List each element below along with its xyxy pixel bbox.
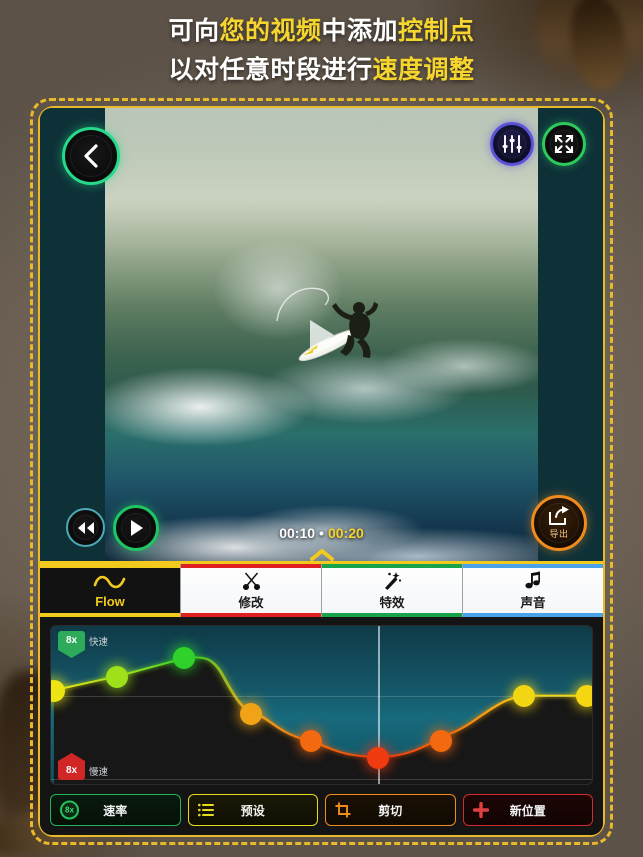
export-button[interactable]: 导出 [531,495,587,551]
slow-speed-badge: 8x 慢速 [58,761,108,780]
editor-tab-bar[interactable]: Flow 修改 特效 声音 [40,561,603,617]
back-button[interactable] [62,127,120,185]
action-button-cut[interactable]: 剪切 [325,794,456,826]
curve-control-point[interactable] [240,702,263,725]
plus-icon [472,802,489,818]
curve-control-point[interactable] [513,685,536,708]
sliders-icon [502,135,522,153]
video-letterbox-right [538,108,603,561]
fast-badge-pin: 8x [58,631,85,650]
app-window: 导出 00:10 • 00:20 Flow 修改 特效 声音 8x 快速 8x … [40,108,603,835]
headline-text: 中添加 [321,16,399,45]
headline-line-2: 以对任意时段进行速度调整 [168,50,474,86]
music-note-icon [524,570,542,590]
video-sky-haze [105,108,538,258]
headline-text: 以对任意时段进行 [168,55,373,84]
tab-item-2[interactable]: 特效 [321,564,462,617]
promo-headline: 可向您的视频中添加控制点 以对任意时段进行速度调整 [0,0,643,96]
timecode-display: 00:10 • 00:20 [40,525,603,541]
video-player-stage[interactable]: 导出 00:10 • 00:20 [40,108,603,561]
action-button-label: 剪切 [378,803,403,818]
crop-icon [335,802,351,818]
chevron-left-icon [84,144,98,168]
fast-speed-badge: 8x 快速 [58,631,108,650]
timeline-playhead-marker[interactable] [309,549,334,561]
tab-label: 声音 [520,596,546,610]
current-time: 00:10 [279,525,316,541]
tab-label: 特效 [379,596,405,610]
flow-wave-icon [93,572,127,592]
action-button-label: 预设 [240,803,265,818]
magic-wand-icon [382,570,402,590]
action-button-label: 新位置 [509,803,546,818]
headline-text: 可向 [168,16,220,45]
speed-curve-editor[interactable]: 8x 快速 8x 慢速 [40,617,603,791]
curve-control-point[interactable] [106,665,128,688]
action-button-label: 速率 [103,803,128,818]
curve-control-point[interactable] [575,685,592,708]
tab-label: Flow [95,594,125,609]
time-separator: • [319,525,324,541]
action-button-bar[interactable]: 8x 速率 预设 剪切 新位置 [40,791,603,835]
grid-line-bottom [51,779,592,781]
tab-flow[interactable]: Flow [40,564,180,617]
headline-line-1: 可向您的视频中添加控制点 [168,11,474,47]
speed-curve-graph[interactable] [51,626,592,784]
scissors-icon [242,570,261,590]
tab-item-3[interactable]: 声音 [462,564,603,617]
tab-label: 修改 [238,596,264,610]
equalizer-button[interactable] [490,122,534,166]
tab-item-1[interactable]: 修改 [180,564,321,617]
expand-arrows-icon [554,134,574,154]
slow-badge-label: 慢速 [89,766,109,778]
action-button-newpos[interactable]: 新位置 [462,794,593,826]
curve-control-point[interactable] [299,729,322,752]
surfer-silhouette [332,302,378,358]
fullscreen-button[interactable] [542,122,586,166]
curve-control-point[interactable] [367,746,390,769]
speed-gauge-icon: 8x [60,800,79,820]
headline-accent-text: 您的视频 [219,16,322,45]
speed-value-badge: 8x [60,800,79,820]
curve-control-point[interactable] [172,647,195,670]
list-icon [197,803,214,817]
action-button-preset[interactable]: 预设 [187,794,318,826]
action-button-speed[interactable]: 8x 速率 [50,794,181,826]
export-share-icon [549,506,569,525]
slow-badge-pin: 8x [58,761,85,780]
headline-accent-text: 控制点 [398,16,475,45]
center-play-overlay-icon[interactable] [309,319,334,350]
headline-accent-text: 速度调整 [372,55,475,84]
grid-line-mid [51,696,592,698]
total-time: 00:20 [327,525,364,541]
speed-curve-canvas[interactable]: 8x 快速 8x 慢速 [50,625,593,785]
fast-badge-label: 快速 [89,636,109,648]
curve-control-point[interactable] [429,729,452,752]
